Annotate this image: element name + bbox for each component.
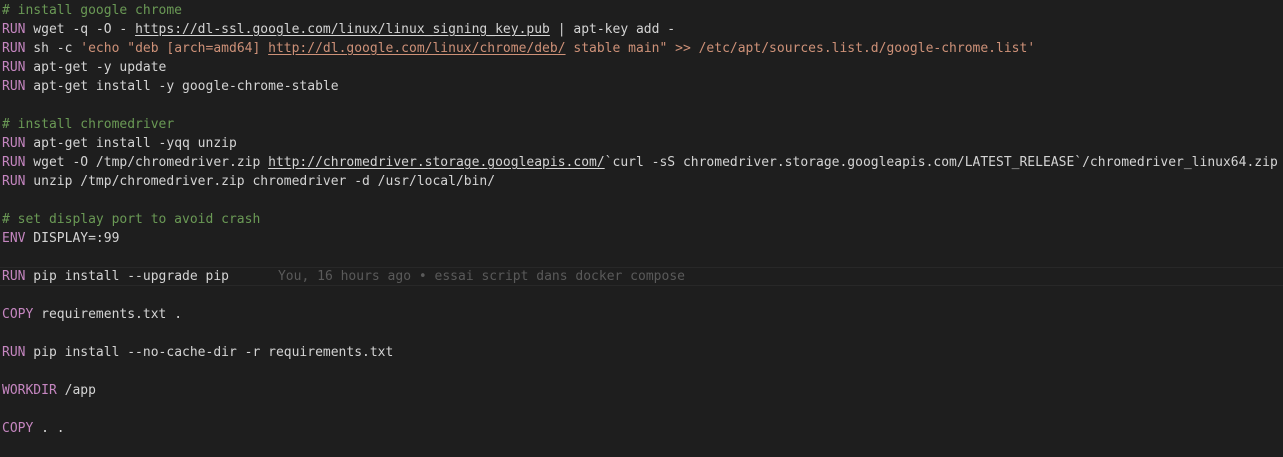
keyword-token: ENV (2, 231, 26, 246)
code-token: apt-get install -y google-chrome-stable (25, 79, 339, 94)
keyword-token: RUN (2, 60, 26, 75)
code-line[interactable]: RUN apt-get -y update (0, 58, 1283, 77)
code-line[interactable]: RUN apt-get install -yqq unzip (0, 134, 1283, 153)
keyword-token: RUN (2, 136, 26, 151)
code-editor[interactable]: # install google chrome RUN wget -q -O - … (0, 0, 1283, 457)
code-line[interactable]: ENV DISPLAY=:99 (0, 229, 1283, 248)
code-token: wget -O /tmp/chromedriver.zip (25, 155, 269, 170)
code-line[interactable]: # set display port to avoid crash (0, 210, 1283, 229)
keyword-token: WORKDIR (2, 383, 57, 398)
keyword-token: RUN (2, 269, 26, 284)
code-line[interactable]: RUN pip install --no-cache-dir -r requir… (0, 343, 1283, 362)
comment-token: # install chromedriver (2, 117, 175, 132)
git-blame-annotation: You, 16 hours ago • essai script dans do… (277, 269, 685, 284)
code-line[interactable]: RUN wget -q -O - https://dl-ssl.google.c… (0, 20, 1283, 39)
code-token: wget -q -O - (25, 22, 136, 37)
code-token: unzip /tmp/chromedriver.zip chromedriver… (25, 174, 496, 189)
keyword-token: RUN (2, 22, 26, 37)
keyword-token: RUN (2, 174, 26, 189)
code-line[interactable]: RUN apt-get install -y google-chrome-sta… (0, 77, 1283, 96)
code-token: `curl -sS chromedriver.storage.googleapi… (604, 155, 1278, 170)
code-line[interactable] (0, 248, 1283, 267)
code-token: apt-get install -yqq unzip (25, 136, 237, 151)
code-line[interactable] (0, 96, 1283, 115)
code-line[interactable] (0, 400, 1283, 419)
code-line[interactable]: RUN sh -c 'echo "deb [arch=amd64] http:/… (0, 39, 1283, 58)
code-line[interactable]: # install google chrome (0, 1, 1283, 20)
code-token: requirements.txt . (33, 307, 183, 322)
string-token: 'echo "deb [arch=amd64] (80, 41, 269, 56)
keyword-token: RUN (2, 345, 26, 360)
keyword-token: COPY (2, 421, 34, 436)
code-line[interactable]: # install chromedriver (0, 115, 1283, 134)
comment-token: # set display port to avoid crash (2, 212, 261, 227)
code-token: DISPLAY=:99 (25, 231, 120, 246)
code-token: . . (33, 421, 65, 436)
code-token: sh -c (25, 41, 81, 56)
code-line[interactable]: RUN pip install --upgrade pip You, 16 hou… (0, 267, 1283, 286)
keyword-token: RUN (2, 41, 26, 56)
url-link[interactable]: http://chromedriver.storage.googleapis.c… (268, 155, 605, 170)
code-token: /app (56, 383, 96, 398)
code-line[interactable] (0, 191, 1283, 210)
keyword-token: RUN (2, 79, 26, 94)
code-line[interactable]: RUN unzip /tmp/chromedriver.zip chromedr… (0, 172, 1283, 191)
keyword-token: RUN (2, 155, 26, 170)
code-line[interactable] (0, 324, 1283, 343)
code-token: | apt-key add - (549, 22, 676, 37)
url-link[interactable]: http://dl.google.com/linux/chrome/deb/ (268, 41, 565, 56)
code-line[interactable] (0, 362, 1283, 381)
code-line[interactable] (0, 286, 1283, 305)
code-line[interactable]: COPY requirements.txt . (0, 305, 1283, 324)
code-line[interactable]: WORKDIR /app (0, 381, 1283, 400)
comment-token: # install google chrome (2, 3, 183, 18)
code-token: pip install --upgrade pip (25, 269, 229, 284)
code-line[interactable]: COPY . . (0, 419, 1283, 438)
string-token: stable main" >> /etc/apt/sources.list.d/… (565, 41, 1036, 56)
code-token: pip install --no-cache-dir -r requiremen… (25, 345, 394, 360)
keyword-token: COPY (2, 307, 34, 322)
url-link[interactable]: https://dl-ssl.google.com/linux/linux_si… (135, 22, 550, 37)
code-line[interactable]: RUN wget -O /tmp/chromedriver.zip http:/… (0, 153, 1283, 172)
code-token: apt-get -y update (25, 60, 167, 75)
